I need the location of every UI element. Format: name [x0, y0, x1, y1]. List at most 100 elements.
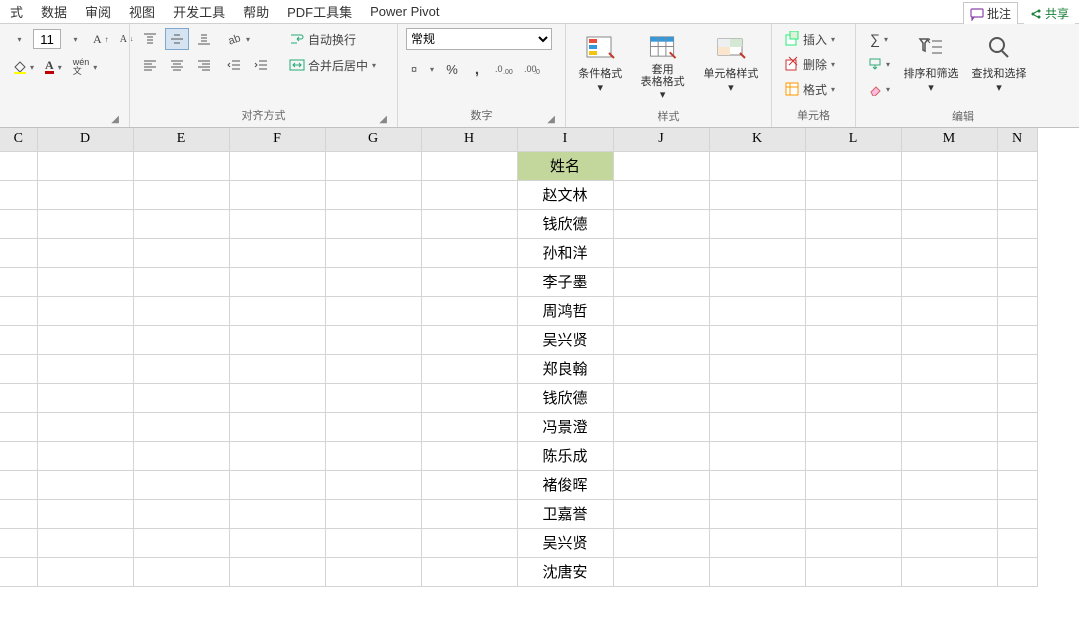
fill-color-button[interactable]: ▾ — [8, 56, 38, 78]
column-header-E[interactable]: E — [133, 128, 229, 151]
name-cell[interactable]: 陈乐成 — [517, 441, 613, 470]
delete-label: 删除 — [803, 56, 827, 73]
name-cell[interactable]: 钱欣德 — [517, 383, 613, 412]
column-header-N[interactable]: N — [997, 128, 1037, 151]
name-cell[interactable]: 吴兴贤 — [517, 325, 613, 354]
column-header-J[interactable]: J — [613, 128, 709, 151]
decrease-indent-button[interactable] — [222, 54, 246, 76]
name-cell[interactable]: 吴兴贤 — [517, 528, 613, 557]
tab-pdf-toolkit[interactable]: PDF工具集 — [287, 2, 352, 21]
align-left-button[interactable] — [138, 54, 162, 76]
svg-text:.0: .0 — [534, 69, 540, 76]
find-select-button[interactable]: 查找和选择▾ — [968, 28, 1030, 106]
align-center-button[interactable] — [165, 54, 189, 76]
column-header-K[interactable]: K — [709, 128, 805, 151]
orientation-icon: ab — [226, 31, 242, 47]
increase-indent-button[interactable] — [249, 54, 273, 76]
cell-styles-button[interactable]: 单元格样式▾ — [699, 28, 763, 106]
wrap-text-button[interactable]: 自动换行 — [285, 28, 395, 50]
cells-group-label: 单元格 — [797, 110, 830, 122]
font-size-dropdown[interactable]: ▾ — [64, 28, 86, 50]
fill-down-icon — [868, 57, 882, 71]
column-header-M[interactable]: M — [901, 128, 997, 151]
cell-styles-label: 单元格样式 — [703, 65, 758, 81]
tab-review[interactable]: 审阅 — [85, 2, 111, 21]
merge-label: 合并后居中 — [308, 57, 368, 74]
increase-font-button[interactable]: A↑ — [89, 28, 113, 50]
ribbon: ▾ ▾ A↑ A↓ ▾ A▾ wén文▾ — [0, 24, 1079, 128]
format-cells-button[interactable]: 格式▾ — [780, 78, 850, 100]
column-header-I[interactable]: I — [517, 128, 613, 151]
sort-filter-label: 排序和筛选 — [904, 65, 959, 81]
comments-label: 批注 — [987, 5, 1011, 22]
spreadsheet-grid[interactable]: CDEFGHIJKLMN姓名赵文林钱欣德孙和洋李子墨周鸿哲吴兴贤郑良翰钱欣德冯景… — [0, 128, 1079, 636]
comma-style-button[interactable]: , — [466, 58, 488, 80]
align-top-button[interactable] — [138, 28, 162, 50]
magnifier-icon — [984, 33, 1014, 61]
column-header-C[interactable]: C — [0, 128, 37, 151]
align-bottom-button[interactable] — [192, 28, 216, 50]
name-cell[interactable]: 卫嘉誉 — [517, 499, 613, 528]
column-header-D[interactable]: D — [37, 128, 133, 151]
column-header-H[interactable]: H — [421, 128, 517, 151]
alignment-dialog-launcher[interactable]: ◢ — [379, 114, 387, 125]
autosum-button[interactable]: ∑▾ — [864, 28, 894, 50]
wrap-text-icon — [289, 31, 305, 47]
conditional-formatting-label: 条件格式 — [578, 65, 622, 81]
column-header-L[interactable]: L — [805, 128, 901, 151]
tab-help[interactable]: 帮助 — [243, 2, 269, 21]
name-cell[interactable]: 郑良翰 — [517, 354, 613, 383]
tab-power-pivot[interactable]: Power Pivot — [370, 4, 439, 19]
name-cell[interactable]: 褚俊晖 — [517, 470, 613, 499]
wrap-text-label: 自动换行 — [308, 31, 356, 48]
paint-bucket-icon — [12, 60, 26, 74]
accounting-format-button[interactable]: ¤▾ — [406, 58, 438, 80]
tab-formulas-partial[interactable]: 式 — [10, 2, 23, 21]
format-cells-label: 格式 — [803, 81, 827, 98]
font-color-icon: A — [45, 60, 54, 74]
name-cell[interactable]: 赵文林 — [517, 180, 613, 209]
format-as-table-button[interactable]: 套用 表格格式▾ — [633, 28, 693, 106]
tab-data[interactable]: 数据 — [41, 2, 67, 21]
font-dialog-launcher[interactable]: ◢ — [111, 114, 119, 125]
name-cell[interactable]: 冯景澄 — [517, 412, 613, 441]
decrease-decimal-button[interactable]: .00.0 — [520, 58, 546, 80]
font-name-dropdown[interactable]: ▾ — [8, 28, 30, 50]
name-cell[interactable]: 周鸿哲 — [517, 296, 613, 325]
font-size-input[interactable] — [33, 29, 61, 49]
tab-developer[interactable]: 开发工具 — [173, 2, 225, 21]
orientation-button[interactable]: ab▾ — [222, 28, 254, 50]
number-format-select[interactable]: 常规 — [406, 28, 552, 50]
table-header-name[interactable]: 姓名 — [517, 151, 613, 180]
delete-cells-button[interactable]: 删除▾ — [780, 53, 850, 75]
format-icon — [784, 81, 800, 97]
tab-view[interactable]: 视图 — [129, 2, 155, 21]
name-cell[interactable]: 沈唐安 — [517, 557, 613, 586]
name-cell[interactable]: 钱欣德 — [517, 209, 613, 238]
align-middle-button[interactable] — [165, 28, 189, 50]
clear-button[interactable]: ▾ — [864, 78, 894, 100]
name-cell[interactable]: 孙和洋 — [517, 238, 613, 267]
sort-filter-button[interactable]: 排序和筛选▾ — [900, 28, 962, 106]
align-right-button[interactable] — [192, 54, 216, 76]
percent-style-button[interactable]: % — [441, 58, 463, 80]
phonetic-guide-button[interactable]: wén文▾ — [69, 56, 102, 78]
cell-styles-icon — [716, 33, 746, 61]
column-header-F[interactable]: F — [229, 128, 325, 151]
merge-center-button[interactable]: 合并后居中▾ — [285, 54, 415, 76]
number-dialog-launcher[interactable]: ◢ — [547, 114, 555, 125]
fill-button[interactable]: ▾ — [864, 53, 894, 75]
svg-text:¤: ¤ — [411, 64, 417, 76]
conditional-formatting-button[interactable]: 条件格式▾ — [574, 28, 627, 106]
name-cell[interactable]: 李子墨 — [517, 267, 613, 296]
share-button[interactable]: 共享 — [1024, 2, 1075, 25]
insert-cells-button[interactable]: 插入▾ — [780, 28, 850, 50]
svg-text:.0: .0 — [495, 64, 503, 74]
column-header-G[interactable]: G — [325, 128, 421, 151]
font-color-button[interactable]: A▾ — [41, 56, 66, 78]
increase-decimal-button[interactable]: .0.00 — [491, 58, 517, 80]
delete-icon — [784, 56, 800, 72]
comments-button[interactable]: 批注 — [963, 2, 1018, 25]
phonetic-icon: wén文 — [73, 58, 90, 76]
svg-text:ab: ab — [227, 32, 242, 47]
